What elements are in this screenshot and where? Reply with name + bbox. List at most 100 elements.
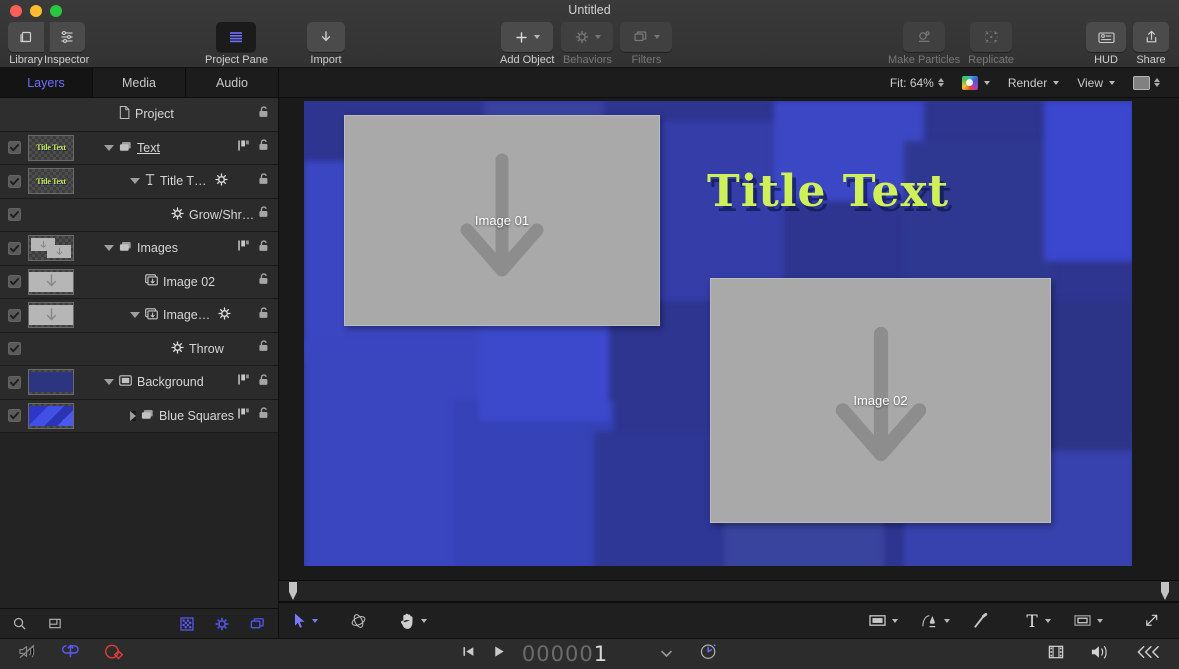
film-strip-button[interactable] [1047, 643, 1065, 666]
layer-row[interactable]: Grow/Shr… [0, 198, 278, 232]
layer-alignment-button[interactable] [237, 373, 250, 391]
new-group-icon[interactable] [47, 616, 63, 631]
disclosure-triangle-open[interactable] [104, 245, 114, 252]
mini-timeline[interactable] [279, 580, 1179, 602]
time-display-button[interactable] [699, 642, 718, 666]
layer-name-group[interactable]: Title T… [130, 172, 229, 190]
layer-filter-icon[interactable] [249, 616, 266, 631]
layer-lock-button[interactable] [257, 138, 270, 157]
layer-row[interactable]: Background [0, 366, 278, 400]
layer-row[interactable]: Project [0, 98, 278, 132]
background-swatch-control[interactable] [1124, 75, 1169, 90]
library-button[interactable]: Library [8, 22, 44, 66]
hud-button[interactable]: HUD [1086, 22, 1126, 66]
layer-lock-button[interactable] [257, 306, 270, 325]
filters-button[interactable]: Filters [620, 22, 673, 66]
layer-row[interactable]: Blue Squares [0, 399, 278, 433]
layer-name-group[interactable]: Grow/Shr… [156, 206, 254, 224]
bezier-tool[interactable] [909, 612, 961, 630]
layer-alignment-button[interactable] [237, 407, 250, 425]
layer-visibility-checkbox[interactable] [8, 174, 21, 188]
view-menu[interactable]: View [1068, 76, 1124, 90]
layer-visibility-checkbox[interactable] [8, 308, 21, 322]
layer-lock-button[interactable] [257, 105, 270, 124]
search-icon[interactable] [12, 616, 27, 631]
paint-stroke-tool[interactable] [961, 612, 1001, 630]
layer-lock-button[interactable] [257, 339, 270, 358]
canvas-viewport[interactable]: Image 01 Image 02 Title Text [279, 98, 1179, 580]
layers-list[interactable]: Project Title Text Text Title Text Title… [0, 98, 278, 608]
layer-visibility-checkbox[interactable] [8, 342, 21, 356]
share-button[interactable]: Share [1133, 22, 1169, 66]
timecode-menu-button[interactable] [660, 645, 673, 663]
resize-handle[interactable] [1132, 612, 1171, 629]
tab-audio[interactable]: Audio [186, 68, 278, 97]
layer-name-group[interactable]: Text [104, 140, 160, 156]
mini-timeline-track[interactable] [279, 581, 1179, 601]
layer-lock-button[interactable] [257, 205, 270, 224]
background-stepper[interactable] [1154, 78, 1160, 87]
replicate-button[interactable]: Replicate [968, 22, 1014, 66]
play-button[interactable] [492, 644, 506, 664]
layer-name-group[interactable]: Project [104, 105, 174, 123]
layer-alignment-button[interactable] [237, 139, 250, 157]
layer-name-group[interactable]: Images [104, 240, 178, 256]
disclosure-triangle-open[interactable] [104, 144, 114, 151]
layer-name-group[interactable]: Image 02 [130, 273, 215, 290]
canvas-title-text[interactable]: Title Text [707, 166, 949, 217]
layer-lock-button[interactable] [257, 406, 270, 425]
image-placeholder-01[interactable]: Image 01 [344, 115, 660, 326]
layer-lock-button[interactable] [257, 239, 270, 258]
select-tool[interactable] [282, 612, 329, 629]
layer-behavior-badge-icon[interactable] [214, 172, 229, 190]
transparency-icon[interactable] [179, 616, 195, 632]
layer-alignment-button[interactable] [237, 239, 250, 257]
layer-name-group[interactable]: Throw [156, 340, 224, 358]
channels-control[interactable] [953, 75, 999, 90]
transform-3d-tool[interactable] [338, 612, 379, 630]
text-tool[interactable]: T [1013, 612, 1062, 630]
layer-row[interactable]: Image… [0, 299, 278, 333]
make-particles-button[interactable]: Make Particles [888, 22, 960, 66]
layer-name-group[interactable]: Background [104, 374, 204, 390]
project-pane-button[interactable]: Project Pane [205, 22, 268, 66]
layer-row[interactable]: Image 02 [0, 265, 278, 299]
behaviors-button[interactable]: Behaviors [561, 22, 614, 66]
add-object-button[interactable]: Add Object [500, 22, 554, 66]
pan-tool[interactable] [388, 612, 438, 630]
layer-behavior-badge-icon[interactable] [217, 306, 232, 324]
disclosure-triangle-open[interactable] [104, 379, 114, 386]
inspector-button[interactable]: Inspector [44, 22, 89, 66]
layer-row[interactable]: Throw [0, 332, 278, 366]
layer-lock-button[interactable] [257, 272, 270, 291]
layer-lock-button[interactable] [257, 373, 270, 392]
mask-tool[interactable] [1062, 613, 1114, 628]
behaviors-filter-icon[interactable] [214, 616, 230, 632]
image-placeholder-02[interactable]: Image 02 [710, 278, 1051, 523]
layer-visibility-checkbox[interactable] [8, 275, 21, 289]
layer-visibility-checkbox[interactable] [8, 409, 21, 423]
shape-tool[interactable] [857, 613, 909, 628]
layer-visibility-checkbox[interactable] [8, 375, 21, 389]
layer-row[interactable]: Title Text Title T… [0, 165, 278, 199]
layer-row[interactable]: Images [0, 232, 278, 266]
disclosure-triangle-closed[interactable] [130, 410, 136, 421]
goto-start-button[interactable] [461, 644, 476, 664]
zoom-level-control[interactable]: Fit: 64% [881, 76, 953, 90]
render-menu[interactable]: Render [999, 76, 1068, 90]
zoom-stepper[interactable] [937, 78, 944, 87]
layer-visibility-checkbox[interactable] [8, 241, 21, 255]
project-canvas[interactable]: Image 01 Image 02 Title Text [304, 101, 1132, 566]
layer-name-group[interactable]: Blue Squares [130, 408, 234, 424]
layer-visibility-checkbox[interactable] [8, 208, 21, 222]
audio-volume-button[interactable] [1090, 643, 1110, 666]
disclosure-triangle-open[interactable] [130, 312, 140, 319]
layer-name-group[interactable]: Image… [130, 306, 232, 324]
layer-row[interactable]: Title Text Text [0, 131, 278, 165]
tab-layers[interactable]: Layers [0, 68, 93, 97]
rewind-button[interactable] [1135, 644, 1161, 665]
disclosure-triangle-open[interactable] [130, 178, 140, 185]
layer-visibility-checkbox[interactable] [8, 141, 21, 155]
import-button[interactable]: Import [307, 22, 345, 66]
layer-lock-button[interactable] [257, 172, 270, 191]
